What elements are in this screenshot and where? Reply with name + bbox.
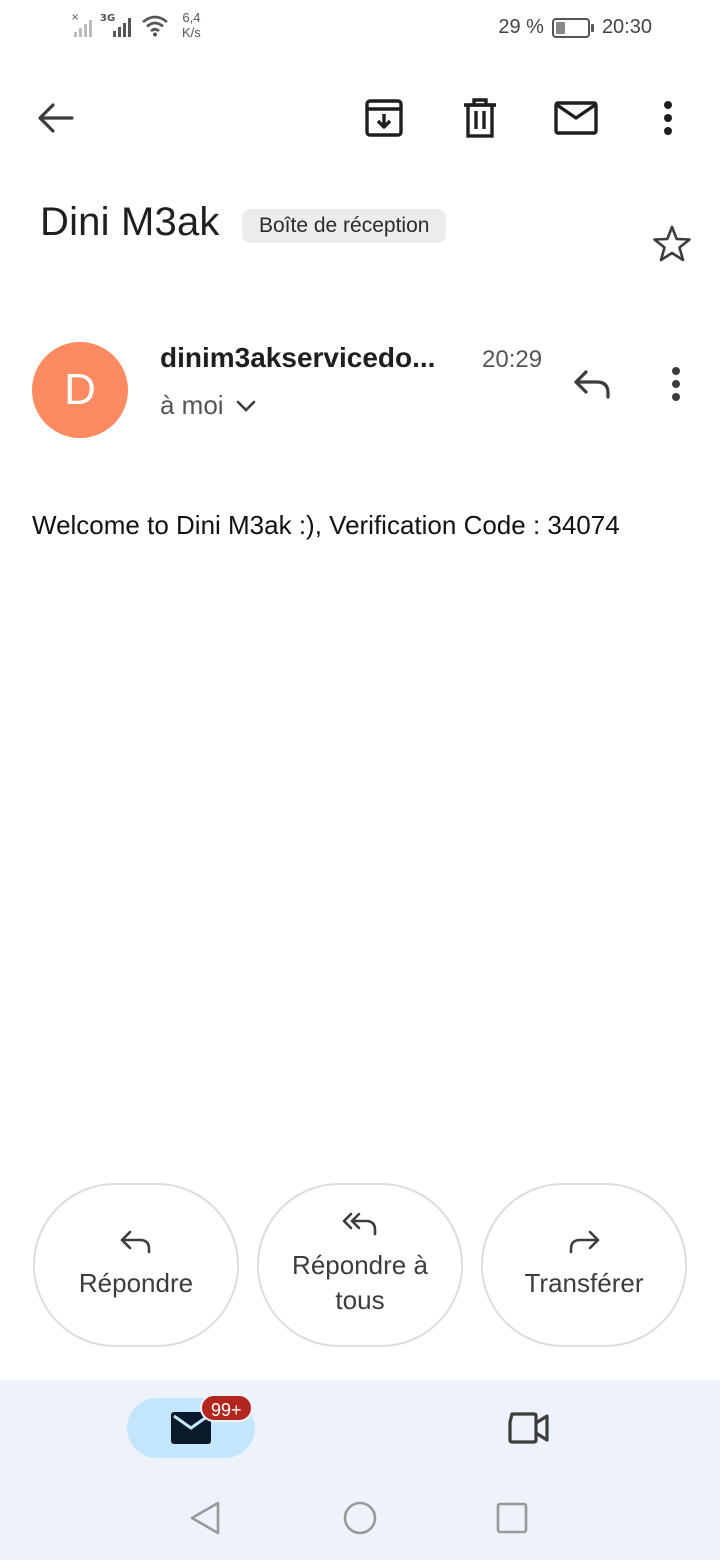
reply-label: Répondre — [78, 1267, 194, 1298]
system-back-button[interactable] — [188, 1500, 222, 1541]
battery-icon — [551, 17, 594, 38]
chevron-down-icon — [236, 400, 255, 412]
forward-action-button[interactable]: Transférer — [481, 1183, 687, 1347]
email-body: Welcome to Dini M3ak :), Verification Co… — [32, 510, 620, 540]
reply-button[interactable] — [568, 360, 616, 408]
sender-avatar[interactable]: D — [32, 342, 128, 438]
reply-action-button[interactable]: Répondre — [33, 1183, 239, 1347]
mark-unread-button[interactable] — [550, 92, 602, 144]
back-button[interactable] — [30, 94, 80, 142]
message-more-button[interactable] — [656, 360, 696, 408]
nav-meet-tab[interactable] — [506, 1410, 550, 1451]
reply-icon — [574, 370, 610, 399]
forward-label: Transférer — [524, 1267, 644, 1298]
email-subject: Dini M3ak — [40, 200, 220, 244]
recipient-label: à moi — [160, 390, 224, 420]
more-vert-icon — [664, 101, 672, 135]
archive-button[interactable] — [358, 92, 410, 144]
mail-icon — [554, 101, 598, 135]
reply-icon — [120, 1230, 151, 1253]
bottom-navigation: 99+ — [0, 1380, 720, 1560]
no-signal-icon: × — [71, 12, 92, 37]
status-bar: × 3G 6,4 K/s 29 % 20:30 — [0, 0, 720, 56]
trash-icon — [464, 98, 496, 138]
status-right: 29 % 20:30 — [498, 16, 652, 39]
network-speed-unit: K/s — [182, 25, 201, 40]
triangle-back-icon — [190, 1501, 220, 1535]
archive-icon — [365, 99, 403, 137]
forward-icon — [569, 1230, 600, 1253]
delete-button[interactable] — [454, 92, 506, 144]
network-speed-value: 6,4 — [182, 10, 201, 25]
email-time: 20:29 — [482, 346, 543, 373]
svg-text:×: × — [71, 12, 79, 23]
system-recents-button[interactable] — [496, 1500, 528, 1541]
star-button[interactable] — [648, 220, 696, 268]
svg-text:3G: 3G — [100, 13, 115, 24]
square-recents-icon — [496, 1502, 528, 1534]
star-icon — [653, 225, 691, 262]
battery-level — [555, 21, 565, 34]
status-left: × 3G 6,4 K/s — [70, 10, 201, 40]
battery-percent: 29 % — [498, 16, 544, 38]
signal-3g-icon: 3G — [100, 13, 131, 37]
circle-home-icon — [343, 1501, 377, 1535]
system-home-button[interactable] — [342, 1500, 378, 1541]
wifi-icon — [142, 15, 168, 37]
reply-all-label: Répondre à tous — [292, 1250, 428, 1315]
unread-count-badge: 99+ — [200, 1394, 253, 1422]
recipient-details-toggle[interactable]: à moi — [160, 390, 256, 421]
more-options-button[interactable] — [648, 94, 688, 142]
label-chip[interactable]: Boîte de réception — [242, 209, 447, 243]
network-speed: 6,4 K/s — [182, 10, 201, 40]
arrow-back-icon — [38, 103, 74, 133]
reply-all-icon — [342, 1212, 377, 1236]
more-vert-icon — [672, 367, 680, 401]
video-icon — [508, 1412, 549, 1444]
status-time: 20:30 — [601, 16, 652, 38]
sender-name[interactable]: dinim3akservicedo... — [160, 342, 435, 374]
reply-all-action-button[interactable]: Répondre à tous — [257, 1183, 463, 1347]
